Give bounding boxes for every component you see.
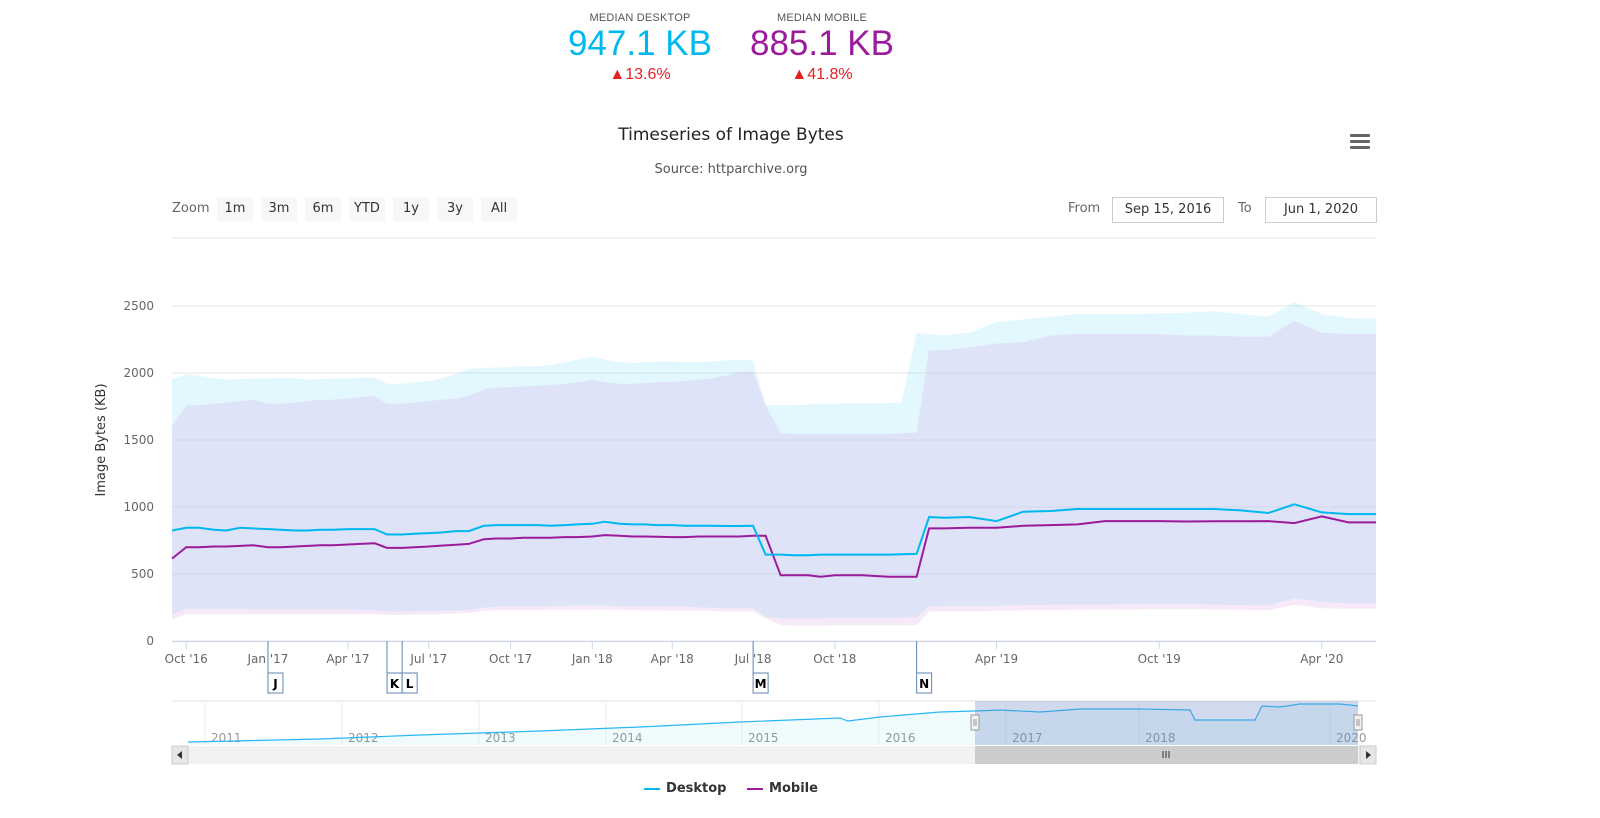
x-tick-label: Oct '17 bbox=[489, 652, 532, 666]
kpi-median-mobile: MEDIAN MOBILE 885.1 KB ▲41.8% bbox=[742, 12, 902, 84]
flag-label: N bbox=[919, 677, 929, 691]
y-tick-label: 500 bbox=[131, 567, 154, 581]
navigator-tick-label: 2012 bbox=[348, 731, 379, 745]
kpi-value: 885.1 KB bbox=[750, 24, 894, 63]
kpi-label: MEDIAN MOBILE bbox=[776, 12, 867, 24]
flag-label: K bbox=[390, 677, 400, 691]
flag-box bbox=[386, 672, 403, 694]
series-line-mobile[interactable] bbox=[171, 515, 1376, 578]
chart-title: Timeseries of Image Bytes bbox=[618, 125, 844, 145]
timeseries-chart: 0 500 1000 1500 2000 2500 Oct '16 Jan '17 Apr '… bbox=[94, 237, 1377, 765]
hamburger-menu-icon[interactable] bbox=[1348, 131, 1372, 153]
flag-box bbox=[267, 672, 284, 694]
zoom-6m-button[interactable]: 6m bbox=[305, 197, 341, 221]
navigator-area bbox=[188, 704, 1358, 745]
zoom-1y-button[interactable]: 1y bbox=[393, 197, 429, 221]
navigator-tick-label: 2018 bbox=[1145, 731, 1176, 745]
x-tick-label: Apr '17 bbox=[326, 652, 369, 666]
x-tick-label: Oct '18 bbox=[813, 652, 856, 666]
zoom-1m-button[interactable]: 1m bbox=[217, 197, 253, 221]
legend-label: Desktop bbox=[666, 781, 727, 796]
flag-box bbox=[916, 672, 933, 694]
x-tick-label: Apr '18 bbox=[651, 652, 694, 666]
flag-l[interactable]: L bbox=[401, 641, 418, 694]
legend-swatch-desktop bbox=[644, 787, 661, 790]
navigator-tick-label: 2015 bbox=[748, 731, 779, 745]
x-tick-label: Jan '17 bbox=[247, 652, 289, 666]
range-band-mobile bbox=[172, 320, 1376, 626]
scrollbar-track[interactable] bbox=[172, 746, 1376, 764]
legend-swatch-mobile bbox=[747, 787, 764, 790]
navigator-selection[interactable] bbox=[975, 701, 1358, 745]
legend-item-desktop[interactable]: Desktop bbox=[644, 781, 727, 796]
flag-k[interactable]: K bbox=[386, 641, 403, 694]
kpi-value: 947.1 KB bbox=[568, 24, 712, 63]
navigator-tick-label: 2017 bbox=[1012, 731, 1043, 745]
navigator-handle-right[interactable] bbox=[1353, 714, 1363, 731]
range-band-desktop bbox=[172, 302, 1376, 619]
flag-n[interactable]: N bbox=[916, 641, 933, 694]
navigator-tick-label: 2020 bbox=[1336, 731, 1367, 745]
y-tick-label: 2000 bbox=[123, 366, 154, 380]
navigator-series bbox=[187, 703, 1359, 743]
kpi-median-desktop: MEDIAN DESKTOP 947.1 KB ▲13.6% bbox=[560, 12, 720, 84]
y-tick-label: 1500 bbox=[123, 433, 154, 447]
flag-label: L bbox=[406, 677, 414, 691]
kpi-change: ▲13.6% bbox=[609, 66, 671, 83]
navigator-tick-label: 2013 bbox=[485, 731, 516, 745]
handle-box bbox=[1353, 714, 1363, 731]
kpi-label: MEDIAN DESKTOP bbox=[589, 12, 691, 24]
y-tick-label: 2500 bbox=[123, 299, 154, 313]
zoom-ytd-button[interactable]: YTD bbox=[349, 197, 385, 221]
y-axis-label: Image Bytes (KB) bbox=[94, 383, 109, 496]
flag-label: M bbox=[755, 677, 767, 691]
handle-box bbox=[970, 714, 980, 731]
x-tick-label: Oct '19 bbox=[1138, 652, 1181, 666]
x-tick-label: Jan '18 bbox=[571, 652, 613, 666]
flag-label: J bbox=[272, 677, 277, 691]
navigator-tick-label: 2014 bbox=[612, 731, 643, 745]
legend: Desktop Mobile bbox=[0, 781, 1462, 796]
flag-m[interactable]: M bbox=[752, 641, 769, 694]
legend-label: Mobile bbox=[769, 781, 818, 796]
zoom-3y-button[interactable]: 3y bbox=[437, 197, 473, 221]
x-tick-label: Jul '17 bbox=[409, 652, 447, 666]
zoom-3m-button[interactable]: 3m bbox=[261, 197, 297, 221]
flag-box bbox=[401, 672, 418, 694]
from-label: From bbox=[1068, 201, 1101, 216]
navigator-tick-label: 2016 bbox=[885, 731, 916, 745]
navigator-handle-left[interactable] bbox=[970, 714, 980, 731]
x-tick-label: Jul '18 bbox=[734, 652, 772, 666]
flag-j[interactable]: J bbox=[267, 641, 284, 694]
x-tick-label: Apr '19 bbox=[975, 652, 1018, 666]
x-tick-label: Oct '16 bbox=[165, 652, 208, 666]
from-date-input[interactable]: Sep 15, 2016 bbox=[1112, 197, 1224, 223]
navigator-tick-label: 2011 bbox=[211, 731, 242, 745]
series-line-desktop[interactable] bbox=[171, 503, 1376, 557]
legend-item-mobile[interactable]: Mobile bbox=[747, 781, 818, 796]
flag-box bbox=[752, 672, 769, 694]
scrollbar-thumb[interactable] bbox=[975, 746, 1358, 764]
y-tick-label: 0 bbox=[146, 634, 154, 648]
scroll-right-button[interactable] bbox=[1359, 745, 1377, 765]
arrow-right-icon bbox=[1366, 751, 1371, 759]
arrow-left-icon bbox=[177, 751, 182, 759]
to-label: To bbox=[1238, 201, 1252, 216]
x-tick-label: Apr '20 bbox=[1300, 652, 1343, 666]
kpi-change: ▲41.8% bbox=[791, 66, 853, 83]
zoom-label: Zoom bbox=[172, 201, 210, 216]
y-tick-label: 1000 bbox=[123, 500, 154, 514]
scroll-left-button[interactable] bbox=[171, 745, 189, 765]
to-date-input[interactable]: Jun 1, 2020 bbox=[1265, 197, 1377, 223]
chart-subtitle: Source: httparchive.org bbox=[654, 162, 808, 177]
zoom-all-button[interactable]: All bbox=[481, 197, 517, 221]
